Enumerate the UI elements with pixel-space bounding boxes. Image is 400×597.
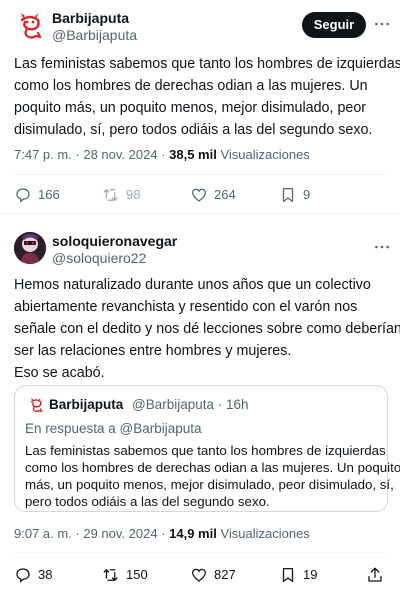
share-button[interactable] (366, 565, 390, 585)
action-bar: 166 98 264 9 (0, 185, 400, 205)
like-count: 264 (214, 187, 236, 202)
tweet-text: Las feministas sabemos que tanto los hom… (14, 53, 400, 141)
divider (14, 552, 386, 553)
like-count: 827 (214, 567, 236, 582)
tweet-text-line: Hemos naturalizado durante unos años que… (14, 277, 371, 293)
tweet-barbijaputa: Barbijaputa @Barbijaputa Seguir Las femi… (0, 0, 400, 214)
tweet-text-line: disimulado, sí, pero todos odiáis a las … (14, 122, 373, 138)
views-count: 38,5 mil (169, 147, 217, 162)
quote-reply-to: En respuesta a @Barbijaputa (25, 421, 202, 436)
views-label: Visualizaciones (216, 147, 310, 162)
author-name[interactable]: soloquieronavegar (52, 233, 177, 249)
timestamp[interactable]: 9:07 a. m. · 29 nov. 2024 · (14, 526, 169, 541)
tweet-text-line: Las feministas sabemos que tanto los hom… (14, 56, 400, 72)
tweet-text: Hemos naturalizado durante unos años que… (14, 274, 400, 384)
bookmark-button[interactable]: 9 (279, 185, 310, 205)
tweet-meta: 9:07 a. m. · 29 nov. 2024 · 14,9 mil Vis… (14, 526, 310, 541)
tweet-text-line: ser las relaciones entre hombres y mujer… (14, 343, 292, 359)
reply-count: 166 (38, 187, 60, 202)
tweet-meta: 7:47 p. m. · 28 nov. 2024 · 38,5 mil Vis… (14, 147, 310, 162)
views-count: 14,9 mil (169, 526, 217, 541)
bookmark-count: 19 (303, 567, 318, 582)
retweet-icon (102, 186, 126, 204)
devil-logo-icon (20, 13, 43, 39)
action-bar: 38 150 827 19 (0, 565, 400, 585)
share-icon (366, 566, 390, 584)
like-icon (190, 186, 214, 204)
quote-handle-time: @Barbijaputa · 16h (132, 397, 249, 412)
like-icon (190, 566, 214, 584)
reply-button[interactable]: 166 (14, 185, 60, 205)
tweet-text-line: abiertamente revanchista y resentido con… (14, 299, 358, 315)
reply-count: 38 (38, 567, 53, 582)
quote-author-name: Barbijaputa (49, 397, 124, 412)
tweet-text-line: poquito más, un poquito menos, mejor dis… (14, 100, 367, 116)
bookmark-icon (279, 566, 303, 584)
quoted-tweet[interactable]: Barbijaputa @Barbijaputa · 16h En respue… (14, 385, 400, 512)
follow-button[interactable]: Seguir (302, 12, 366, 38)
devil-logo-icon (30, 397, 43, 413)
like-button[interactable]: 264 (190, 185, 236, 205)
author-handle[interactable]: @soloquiero22 (52, 250, 146, 266)
quote-text-line: como los hombres de derechas odian a las… (25, 460, 400, 475)
bookmark-count: 9 (303, 187, 311, 202)
quote-text-line: pero todos odiáis a las del segundo sexo… (25, 494, 270, 509)
quote-text-line: más, un poquito menos, mejor disimulado,… (25, 477, 394, 492)
tweet-soloquieronavegar: soloquieronavegar @soloquiero22 Hemos na… (0, 215, 400, 597)
quote-text-line: Las feministas sabemos que tanto los hom… (25, 443, 386, 458)
more-icon[interactable] (374, 239, 390, 250)
like-button[interactable]: 827 (190, 565, 236, 585)
tweet-text-line: señale con el dedito y nos dé lecciones … (14, 321, 400, 337)
retweet-count: 98 (126, 187, 141, 202)
tweet-text-line: como los hombres de derechas odian a las… (14, 78, 368, 94)
reply-button[interactable]: 38 (14, 565, 52, 585)
more-icon[interactable] (374, 16, 390, 27)
author-name[interactable]: Barbijaputa (52, 10, 129, 26)
quote-text: Las feministas sabemos que tanto los hom… (25, 442, 400, 510)
avatar-soloquieronavegar[interactable] (14, 232, 46, 264)
reply-icon (14, 186, 38, 204)
retweet-count: 150 (126, 567, 148, 582)
bookmark-icon (279, 186, 303, 204)
quote-avatar (27, 396, 45, 414)
retweet-icon (102, 566, 126, 584)
avatar-barbijaputa[interactable] (14, 10, 46, 42)
bookmark-button[interactable]: 19 (279, 565, 317, 585)
reply-icon (14, 566, 38, 584)
retweet-button[interactable]: 98 (102, 185, 140, 205)
timestamp[interactable]: 7:47 p. m. · 28 nov. 2024 · (14, 147, 169, 162)
author-handle[interactable]: @Barbijaputa (52, 27, 137, 43)
retweet-button[interactable]: 150 (102, 565, 148, 585)
tweet-text-line: Eso se acabó. (14, 365, 105, 381)
views-label: Visualizaciones (216, 526, 310, 541)
divider (14, 174, 386, 175)
